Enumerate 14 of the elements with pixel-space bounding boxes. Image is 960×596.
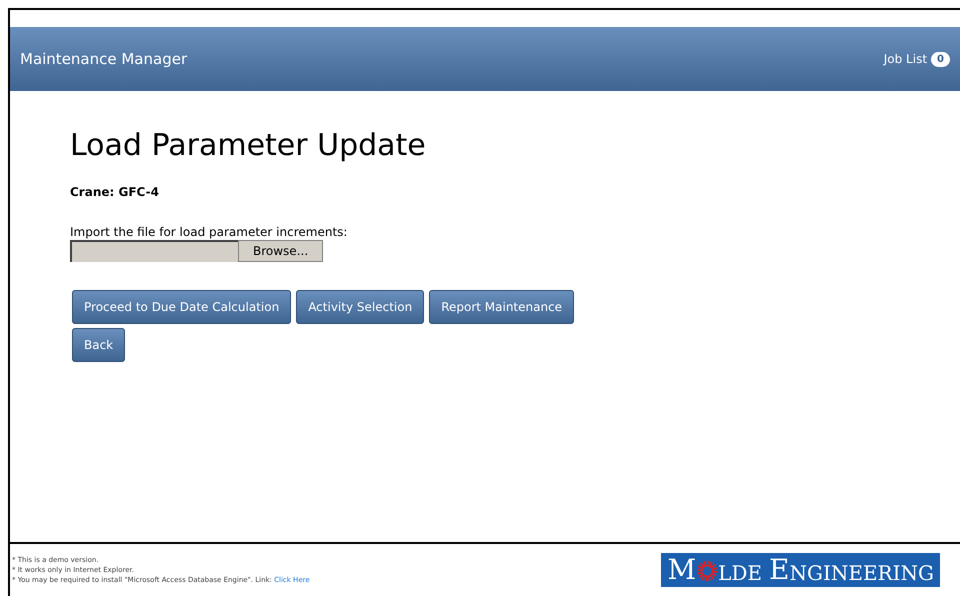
gear-icon bbox=[697, 560, 718, 582]
page-title: Load Parameter Update bbox=[70, 127, 427, 164]
action-button[interactable]: Proceed to Due Date Calculation bbox=[72, 290, 292, 324]
job-list-link[interactable]: Job List 0 bbox=[884, 50, 950, 68]
crane-label: Crane: GFC-4 bbox=[70, 184, 160, 200]
app-title: Maintenance Manager bbox=[20, 48, 188, 70]
company-logo: M LDE ENGINEERING bbox=[661, 553, 940, 587]
action-button[interactable]: Report Maintenance bbox=[429, 290, 574, 324]
file-path-field[interactable] bbox=[70, 240, 238, 262]
action-button[interactable]: Activity Selection bbox=[296, 290, 424, 324]
action-button[interactable]: Back bbox=[72, 328, 126, 362]
import-label: Import the file for load parameter increments: bbox=[70, 224, 348, 240]
browse-button[interactable]: Browse... bbox=[238, 240, 324, 262]
count-badge: 0 bbox=[931, 52, 950, 66]
